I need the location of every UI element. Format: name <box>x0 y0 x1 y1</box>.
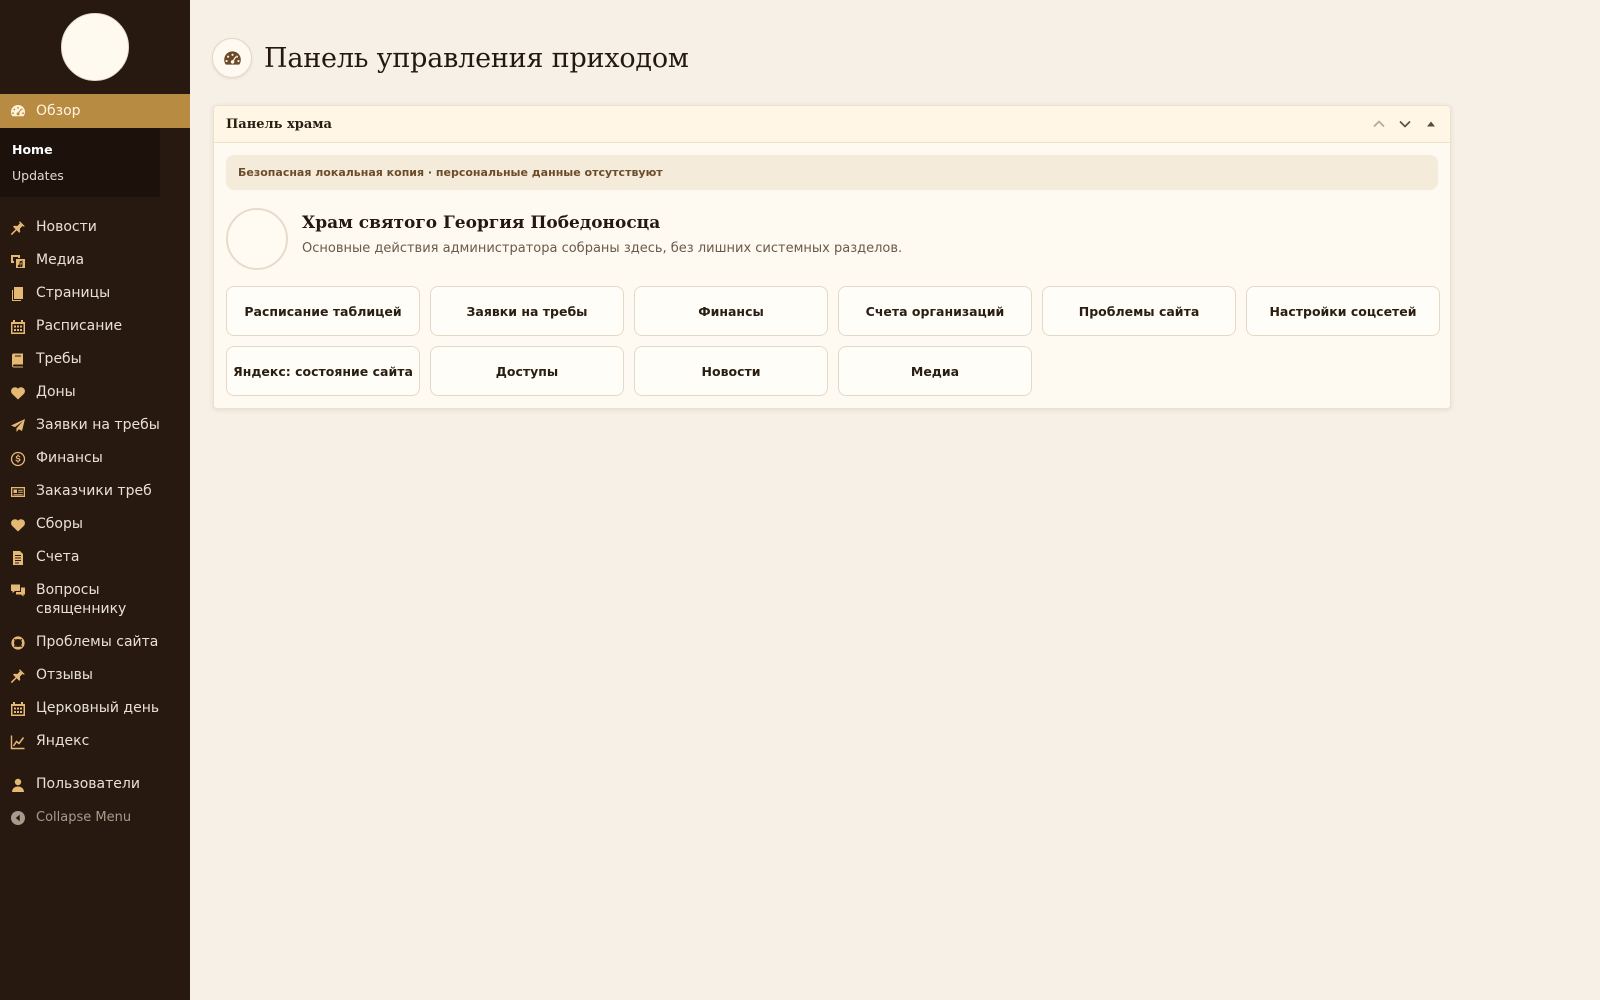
heart-icon <box>9 516 27 534</box>
triangle-up-icon <box>1427 121 1435 127</box>
sidebar-item-7[interactable]: Заявки на требы <box>0 409 190 442</box>
invoice-icon <box>9 549 27 567</box>
sidebar-item-label: Страницы <box>36 285 111 301</box>
quick-action-button[interactable]: Проблемы сайта <box>1042 286 1236 336</box>
page-title: Панель управления приходом <box>264 42 689 74</box>
chevron-up-icon <box>1373 120 1385 128</box>
sidebar-item-14[interactable]: Отзывы <box>0 659 190 692</box>
media-icon <box>9 252 27 270</box>
chat-icon <box>9 582 27 600</box>
sidebar-item-label: Медиа <box>36 252 85 268</box>
sidebar-item-label: Новости <box>36 219 97 235</box>
sidebar-item-overview[interactable]: Обзор <box>0 94 190 128</box>
sidebar-item-label: Церковный день <box>36 700 160 716</box>
site-logo[interactable] <box>61 13 129 81</box>
pages-icon <box>9 285 27 303</box>
sidebar-item-label: Счета <box>36 549 80 565</box>
id-card-icon <box>9 483 27 501</box>
sidebar-item-label: Расписание <box>36 318 123 334</box>
quick-action-button[interactable]: Яндекс: состояние сайта <box>226 346 420 396</box>
sidebar-item-1[interactable]: Новости <box>0 211 190 244</box>
dollar-icon <box>9 450 27 468</box>
sidebar-item-15[interactable]: Церковный день <box>0 692 190 725</box>
sidebar-item-users[interactable]: Пользователи <box>0 768 190 801</box>
submenu-item-home[interactable]: Home <box>12 137 160 163</box>
chart-line-icon <box>9 733 27 751</box>
heart-icon <box>9 384 27 402</box>
sidebar-separator <box>0 758 190 768</box>
quick-action-button[interactable]: Новости <box>634 346 828 396</box>
panel-title: Панель храма <box>226 116 332 132</box>
quick-action-button[interactable]: Счета организаций <box>838 286 1032 336</box>
sidebar-item-label: Отзывы <box>36 667 93 683</box>
sidebar-item-label: Пользователи <box>36 776 140 792</box>
collapse-menu-button[interactable]: Collapse Menu <box>0 801 190 834</box>
quick-action-button[interactable]: Медиа <box>838 346 1032 396</box>
quick-action-button[interactable]: Расписание таблицей <box>226 286 420 336</box>
sidebar-item-9[interactable]: Заказчики треб <box>0 475 190 508</box>
sidebar-item-16[interactable]: Яндекс <box>0 725 190 758</box>
sidebar-item-label: Вопросы священнику <box>36 582 127 617</box>
sidebar-item-11[interactable]: Счета <box>0 541 190 574</box>
quick-action-button[interactable]: Финансы <box>634 286 828 336</box>
move-down-button[interactable] <box>1396 115 1414 133</box>
send-icon <box>9 417 27 435</box>
toggle-panel-button[interactable] <box>1422 115 1440 133</box>
sidebar-item-label: Обзор <box>36 102 81 119</box>
sidebar-item-label: Заказчики треб <box>36 483 152 499</box>
submenu-item-updates[interactable]: Updates <box>12 163 160 189</box>
dashboard-icon <box>9 102 27 120</box>
sidebar-item-label: Collapse Menu <box>36 810 132 825</box>
sidebar-item-label: Заявки на требы <box>36 417 160 433</box>
sidebar-item-label: Доны <box>36 384 76 400</box>
sidebar-item-5[interactable]: Требы <box>0 343 190 376</box>
organization-name: Храм святого Георгия Победоносца <box>302 212 661 233</box>
organization-text: Храм святого Георгия Победоносца Основны… <box>302 213 902 256</box>
sidebar-item-label: Требы <box>36 351 82 367</box>
organization-logo <box>226 208 288 270</box>
sidebar-item-label: Финансы <box>36 450 103 466</box>
sidebar-item-13[interactable]: Проблемы сайта <box>0 626 190 659</box>
temple-panel: Панель храма Безопасная локальная копия … <box>213 105 1451 409</box>
quick-action-button[interactable]: Доступы <box>430 346 624 396</box>
safe-copy-notice: Безопасная локальная копия · персональны… <box>226 155 1438 190</box>
calendar-icon <box>9 318 27 336</box>
sidebar-item-label: Сборы <box>36 516 83 532</box>
panel-header: Панель храма <box>214 106 1450 143</box>
sidebar-item-6[interactable]: Доны <box>0 376 190 409</box>
quick-action-button[interactable]: Заявки на требы <box>430 286 624 336</box>
page-header: Панель управления приходом <box>212 38 689 78</box>
sidebar-logo-area <box>0 0 190 94</box>
book-icon <box>9 351 27 369</box>
dashboard-icon <box>212 38 252 78</box>
sidebar-item-10[interactable]: Сборы <box>0 508 190 541</box>
sidebar-item-2[interactable]: Медиа <box>0 244 190 277</box>
quick-actions-grid: Расписание таблицей Заявки на требы Финанс… <box>226 286 1440 396</box>
panel-controls <box>1370 115 1440 133</box>
sidebar-item-label: Яндекс <box>36 733 90 749</box>
sidebar-menu-list: Новости Медиа Страницы Расписание Требы Доны З… <box>0 197 190 834</box>
overview-submenu: Home Updates <box>0 128 160 197</box>
sidebar-item-8[interactable]: Финансы <box>0 442 190 475</box>
calendar-icon <box>9 700 27 718</box>
organization-info: Храм святого Георгия Победоносца Основны… <box>226 208 1438 270</box>
sidebar-item-label: Проблемы сайта <box>36 634 159 650</box>
admin-sidebar: Обзор Home Updates Новости Медиа Страницы Р… <box>0 0 190 1000</box>
quick-action-button[interactable]: Настройки соцсетей <box>1246 286 1440 336</box>
lifebuoy-icon <box>9 634 27 652</box>
sidebar-item-12[interactable]: Вопросы священнику <box>0 574 190 626</box>
organization-description: Основные действия администратора собраны… <box>302 240 903 256</box>
chevron-down-icon <box>1399 120 1411 128</box>
pin-icon <box>9 219 27 237</box>
user-icon <box>9 776 27 794</box>
move-up-button[interactable] <box>1370 115 1388 133</box>
sidebar-item-4[interactable]: Расписание <box>0 310 190 343</box>
collapse-icon <box>9 809 27 827</box>
sidebar-item-3[interactable]: Страницы <box>0 277 190 310</box>
pin-icon <box>9 667 27 685</box>
